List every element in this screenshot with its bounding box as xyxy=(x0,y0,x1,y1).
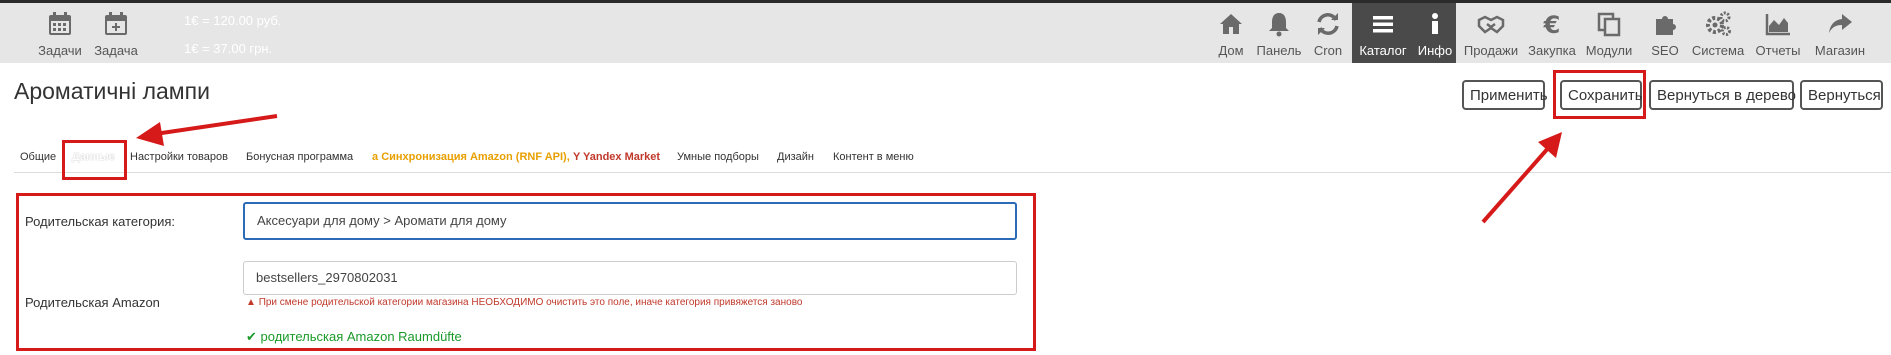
annotation-arrows xyxy=(136,114,1562,224)
arrow-to-save-button xyxy=(1481,132,1562,224)
arrow-to-data-tab xyxy=(136,114,278,146)
